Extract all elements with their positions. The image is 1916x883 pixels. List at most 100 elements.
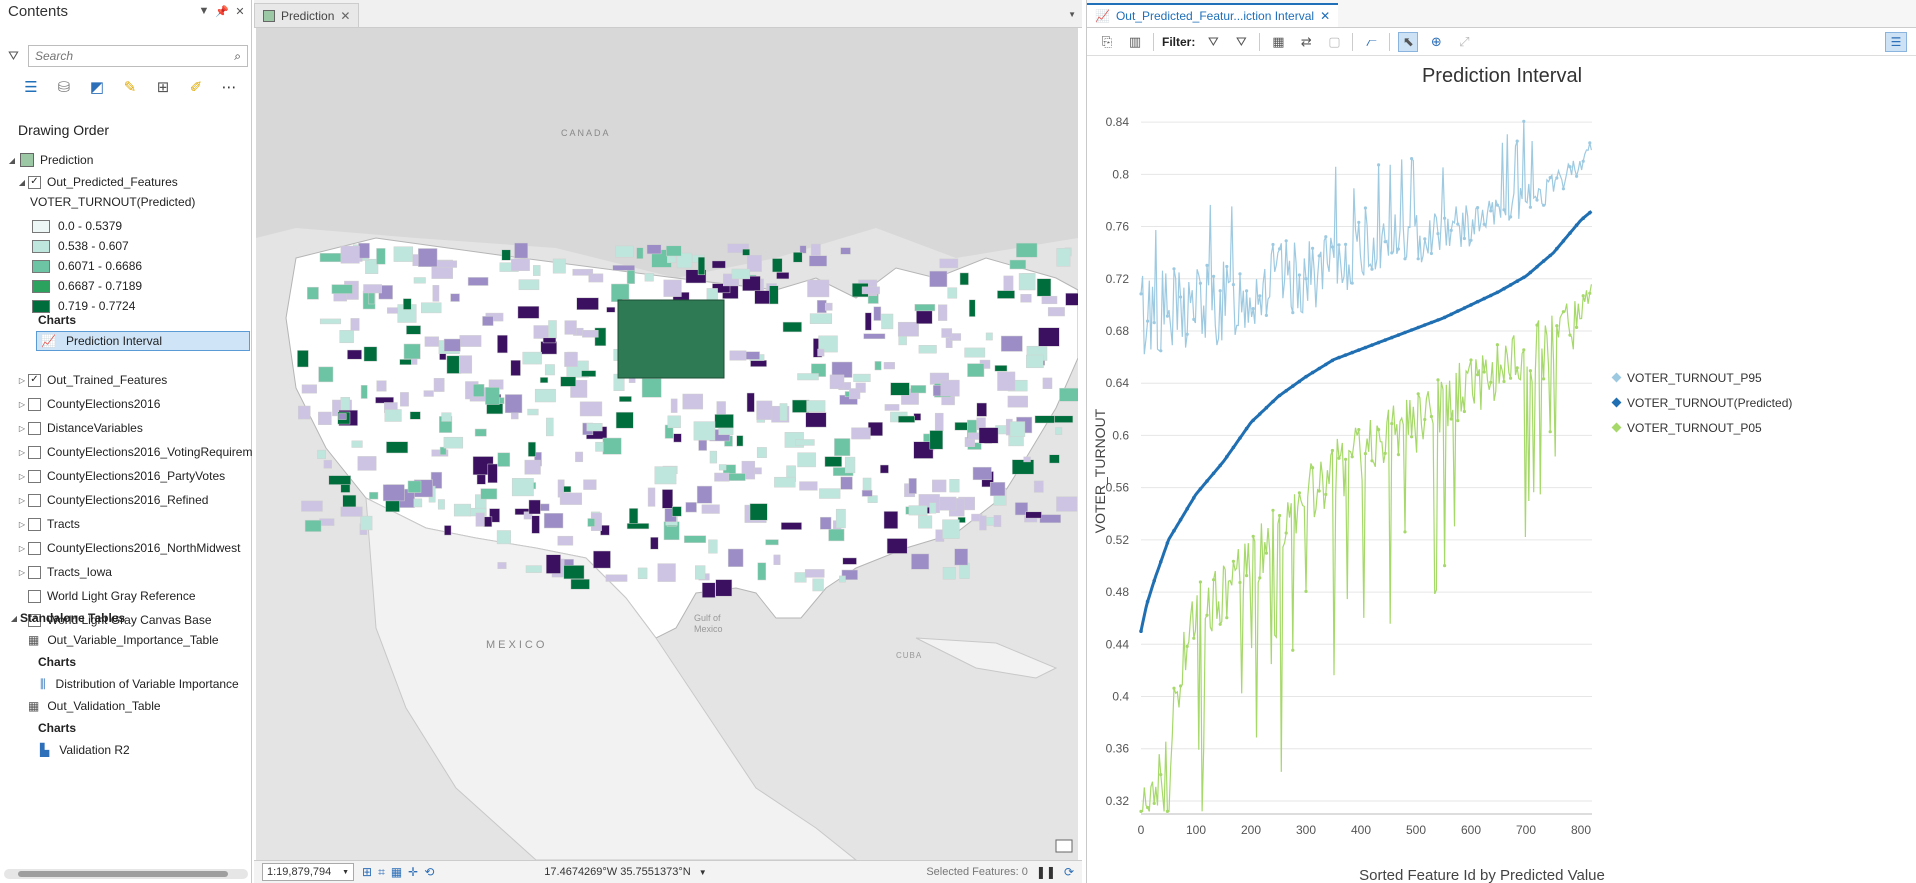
county-polygon[interactable] [939, 258, 959, 269]
series-point-1[interactable] [1535, 265, 1539, 269]
county-polygon[interactable] [511, 478, 534, 497]
series-point-2[interactable] [1575, 325, 1579, 329]
county-polygon[interactable] [728, 473, 746, 481]
legend-swatch[interactable] [32, 239, 50, 253]
table-item-variable-importance[interactable]: ▦ Out_Variable_Importance_Table [28, 630, 219, 650]
county-polygon[interactable] [363, 284, 382, 294]
series-point-0[interactable] [1522, 119, 1526, 123]
legend-item[interactable]: 0.6071 - 0.6686 [32, 256, 142, 276]
series-line-0[interactable] [1140, 121, 1592, 355]
series-point-0[interactable] [1225, 264, 1229, 269]
county-polygon[interactable] [1065, 292, 1078, 306]
county-polygon[interactable] [423, 390, 434, 397]
series-point-0[interactable] [1423, 237, 1427, 241]
county-polygon[interactable] [685, 502, 697, 513]
series-point-0[interactable] [1535, 198, 1539, 202]
county-polygon[interactable] [501, 249, 511, 261]
pane-menu-icon[interactable]: ▼ [197, 5, 211, 17]
county-polygon[interactable] [853, 373, 871, 382]
county-polygon[interactable] [711, 260, 726, 269]
navigator-icon[interactable]: ⌗ [378, 865, 385, 880]
series-point-1[interactable] [1403, 330, 1407, 335]
county-polygon[interactable] [612, 265, 635, 271]
series-point-1[interactable] [1574, 223, 1579, 227]
county-polygon[interactable] [319, 253, 342, 263]
series-point-2[interactable] [1291, 648, 1295, 652]
county-polygon[interactable] [972, 466, 992, 481]
series-point-1[interactable] [1238, 436, 1242, 440]
series-point-1[interactable] [1310, 370, 1315, 375]
county-polygon[interactable] [828, 528, 845, 542]
county-polygon[interactable] [606, 306, 616, 313]
series-point-0[interactable] [1357, 220, 1361, 224]
county-polygon[interactable] [959, 272, 969, 286]
county-polygon[interactable] [967, 363, 985, 377]
county-polygon[interactable] [421, 302, 442, 314]
county-polygon[interactable] [365, 258, 379, 274]
series-point-0[interactable] [1212, 274, 1216, 278]
county-polygon[interactable] [780, 522, 802, 530]
county-polygon[interactable] [873, 306, 882, 321]
county-polygon[interactable] [497, 562, 507, 569]
series-point-2[interactable] [1581, 294, 1585, 298]
chevron-down-icon[interactable]: ▼ [699, 868, 707, 877]
county-polygon[interactable] [883, 511, 899, 529]
series-point-1[interactable] [1211, 471, 1216, 476]
series-point-2[interactable] [1344, 457, 1348, 461]
series-point-0[interactable] [1179, 295, 1183, 299]
series-point-1[interactable] [1271, 399, 1275, 404]
county-polygon[interactable] [874, 361, 882, 371]
series-point-0[interactable] [1416, 257, 1420, 261]
series-point-2[interactable] [1297, 491, 1301, 495]
county-polygon[interactable] [709, 450, 718, 464]
series-point-2[interactable] [1462, 409, 1466, 414]
layer-item[interactable]: ▷ CountyElections2016_Refined [16, 490, 209, 510]
county-polygon[interactable] [959, 562, 970, 579]
county-polygon[interactable] [340, 245, 360, 264]
series-point-2[interactable] [1146, 805, 1150, 810]
series-point-0[interactable] [1515, 139, 1519, 143]
county-polygon[interactable] [708, 539, 718, 554]
county-polygon[interactable] [413, 277, 426, 284]
series-point-0[interactable] [1390, 251, 1394, 255]
legend-entry[interactable]: VOTER_TURNOUT_P95 [1627, 371, 1762, 385]
series-point-1[interactable] [1548, 253, 1552, 258]
series-point-2[interactable] [1370, 459, 1374, 463]
county-polygon[interactable] [626, 523, 650, 530]
series-point-1[interactable] [1244, 426, 1249, 431]
series-point-1[interactable] [1436, 318, 1440, 322]
series-point-0[interactable] [1383, 240, 1387, 244]
county-polygon[interactable] [884, 404, 900, 411]
county-polygon[interactable] [611, 283, 630, 302]
chart-item-prediction-interval[interactable]: 📈 Prediction Interval [36, 331, 250, 351]
county-polygon[interactable] [844, 456, 856, 474]
county-polygon[interactable] [809, 313, 833, 324]
county-polygon[interactable] [1023, 456, 1031, 463]
series-point-1[interactable] [1330, 358, 1335, 363]
series-point-1[interactable] [1139, 629, 1143, 633]
expand-arrow-icon[interactable]: ▷ [16, 568, 28, 577]
county-polygon[interactable] [824, 302, 833, 311]
county-polygon[interactable] [772, 258, 783, 273]
county-polygon[interactable] [929, 502, 937, 514]
series-point-0[interactable] [1449, 228, 1453, 232]
legend-swatch[interactable] [32, 219, 50, 233]
collapse-arrow-icon[interactable]: ◢ [8, 614, 20, 623]
county-polygon[interactable] [1007, 395, 1028, 408]
county-polygon[interactable] [583, 479, 597, 490]
series-point-1[interactable] [1383, 338, 1387, 342]
series-point-1[interactable] [1350, 350, 1354, 355]
series-point-2[interactable] [1456, 419, 1460, 423]
series-point-1[interactable] [1416, 325, 1420, 330]
county-polygon[interactable] [433, 378, 445, 392]
series-point-0[interactable] [1377, 163, 1381, 167]
county-polygon[interactable] [298, 405, 311, 420]
series-point-2[interactable] [1390, 422, 1394, 426]
county-polygon[interactable] [929, 270, 948, 288]
series-point-1[interactable] [1205, 479, 1209, 483]
county-polygon[interactable] [557, 535, 574, 546]
county-polygon[interactable] [534, 388, 556, 403]
expand-arrow-icon[interactable]: ▷ [16, 472, 28, 481]
series-point-2[interactable] [1198, 580, 1202, 584]
pause-drawing-icon[interactable]: ❚❚ [1036, 865, 1056, 879]
